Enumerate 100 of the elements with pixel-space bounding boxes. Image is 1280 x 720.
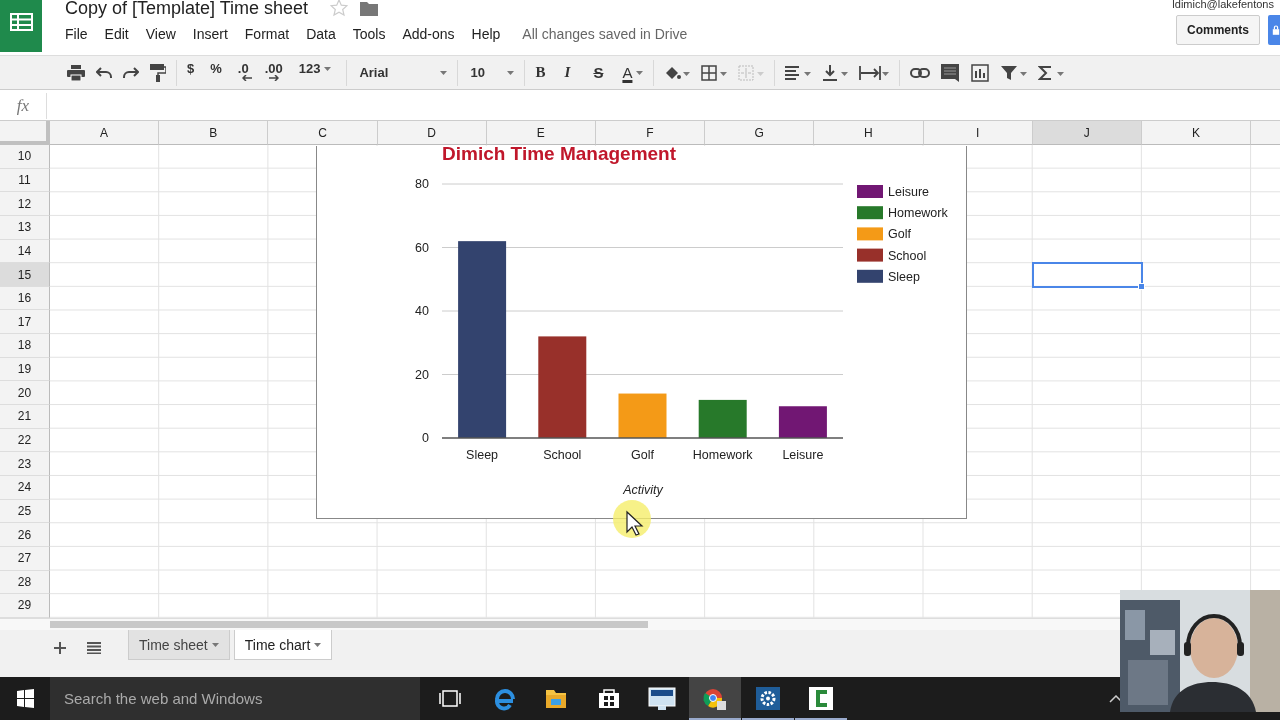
column-header[interactable]: C — [268, 121, 378, 145]
undo-icon[interactable] — [96, 66, 112, 79]
sheets-logo-icon[interactable] — [0, 0, 42, 52]
category-label: School — [543, 448, 582, 462]
menu-item[interactable]: Add-ons — [402, 26, 455, 42]
fill-handle[interactable] — [1137, 282, 1145, 290]
menu-item[interactable]: Insert — [192, 26, 228, 42]
row-header[interactable]: 18 — [0, 334, 50, 358]
bar — [778, 406, 827, 438]
sheet-tab[interactable]: Time sheet — [128, 630, 230, 660]
mouse-pointer-icon — [612, 499, 652, 539]
column-header[interactable]: E — [486, 121, 596, 145]
document-title[interactable]: Copy of [Template] Time sheet — [65, 0, 309, 17]
axis-tick-label: 60 — [415, 240, 429, 255]
category-label: Golf — [631, 448, 654, 462]
column-header[interactable]: D — [377, 121, 487, 145]
sheet-tab[interactable]: Time chart — [233, 630, 333, 660]
scrollbar-thumb[interactable] — [50, 621, 648, 628]
legend-label: Golf — [888, 227, 911, 242]
redo-icon[interactable] — [123, 66, 139, 79]
row-header[interactable]: 17 — [0, 310, 50, 335]
cell-cursor[interactable] — [1031, 262, 1143, 288]
number-format-button[interactable]: % — [210, 60, 222, 85]
comments-button[interactable]: Comments — [1176, 15, 1260, 45]
row-header[interactable]: 14 — [0, 239, 50, 264]
save-status: All changes saved in Drive — [522, 26, 688, 42]
column-header[interactable]: B — [159, 121, 269, 145]
paint-bucket-icon[interactable] — [664, 64, 691, 81]
column-header[interactable]: F — [595, 121, 706, 145]
row-header[interactable]: 11 — [0, 168, 50, 193]
filter-icon[interactable] — [1001, 64, 1028, 81]
row-header[interactable]: 16 — [0, 286, 50, 311]
chevron-up-icon[interactable] — [1109, 694, 1123, 703]
row-header[interactable]: 28 — [0, 570, 50, 595]
row-header[interactable]: 20 — [0, 381, 50, 406]
column-header[interactable]: G — [705, 121, 815, 145]
row-header[interactable]: 21 — [0, 405, 50, 429]
menu-item[interactable]: Data — [306, 26, 336, 42]
menu-item[interactable]: Format — [244, 26, 290, 42]
menu-item[interactable]: File — [65, 26, 88, 42]
column-header[interactable]: K — [1141, 121, 1252, 145]
row-header[interactable]: 24 — [0, 475, 50, 500]
number-format-button[interactable]: $ — [187, 60, 195, 85]
bar — [618, 393, 667, 438]
row-header[interactable]: 22 — [0, 428, 50, 453]
chart-icon[interactable] — [970, 62, 991, 83]
number-format-button[interactable]: .0 — [237, 60, 249, 85]
menu-item[interactable]: Tools — [352, 26, 386, 42]
column-header[interactable]: H — [814, 121, 924, 145]
menu-item[interactable]: View — [145, 26, 176, 42]
row-header[interactable]: 29 — [0, 594, 50, 618]
star-icon[interactable] — [330, 0, 349, 17]
font-dropdown[interactable]: Arial — [357, 65, 448, 80]
font-size-dropdown[interactable]: 10 — [468, 65, 515, 80]
caret-icon — [211, 642, 219, 647]
comment-icon[interactable] — [941, 63, 960, 82]
share-button[interactable] — [1268, 15, 1280, 45]
sheet-list-icon[interactable] — [87, 642, 101, 654]
number-format-button[interactable]: 123 — [298, 60, 332, 85]
row-header[interactable]: 12 — [0, 192, 50, 216]
column-header[interactable]: J — [1032, 121, 1142, 145]
text-wrap-icon[interactable] — [859, 64, 890, 81]
category-label: Homework — [692, 448, 753, 462]
sum-icon[interactable] — [1038, 64, 1065, 81]
row-header[interactable]: 19 — [0, 357, 50, 382]
row-header[interactable]: 26 — [0, 523, 50, 547]
axis-tick-label: 80 — [415, 177, 429, 191]
align-bottom-icon[interactable] — [822, 64, 849, 81]
number-format-button[interactable]: .00 — [264, 60, 283, 85]
chart-panel[interactable]: Dimich Time Management 0 20 40 60 80 Sleep School Golf Homework Leisure Activity Leisure Homework Golf School Sleep — [316, 146, 967, 519]
left-arrow-icon — [241, 75, 252, 81]
menu-item[interactable]: Edit — [104, 26, 129, 42]
row-header[interactable]: 10 — [0, 145, 50, 169]
print-icon[interactable] — [67, 64, 85, 81]
caret-icon — [324, 66, 332, 71]
link-icon[interactable] — [910, 66, 931, 79]
row-header[interactable]: 15 — [0, 263, 50, 287]
align-left-icon[interactable] — [785, 64, 812, 81]
italic-button[interactable]: I — [564, 64, 583, 81]
menu-item[interactable]: Help — [471, 26, 501, 42]
category-label: Sleep — [466, 448, 499, 462]
row-header[interactable]: 25 — [0, 499, 50, 524]
add-sheet-icon[interactable] — [54, 642, 66, 654]
row-header[interactable]: 27 — [0, 546, 50, 571]
text-color-button[interactable]: A — [622, 64, 644, 81]
borders-icon[interactable] — [701, 64, 728, 81]
row-header[interactable]: 13 — [0, 215, 50, 240]
column-header[interactable]: A — [50, 121, 160, 145]
merge-cells-icon[interactable] — [738, 64, 765, 81]
search-field[interactable]: Search the web and Windows — [50, 677, 420, 720]
axis-tick-label: 40 — [415, 304, 429, 318]
caret-icon — [440, 70, 448, 75]
chart-title: Dimich Time Management — [442, 146, 677, 164]
paint-roller-icon[interactable] — [150, 63, 166, 82]
account-email[interactable]: ldimich@lakefentons — [1172, 0, 1274, 8]
column-header[interactable]: I — [923, 121, 1033, 145]
bold-button[interactable]: B — [535, 64, 554, 81]
strikethrough-button[interactable]: S — [593, 64, 612, 81]
right-arrow-icon — [268, 75, 279, 81]
row-header[interactable]: 23 — [0, 452, 50, 476]
